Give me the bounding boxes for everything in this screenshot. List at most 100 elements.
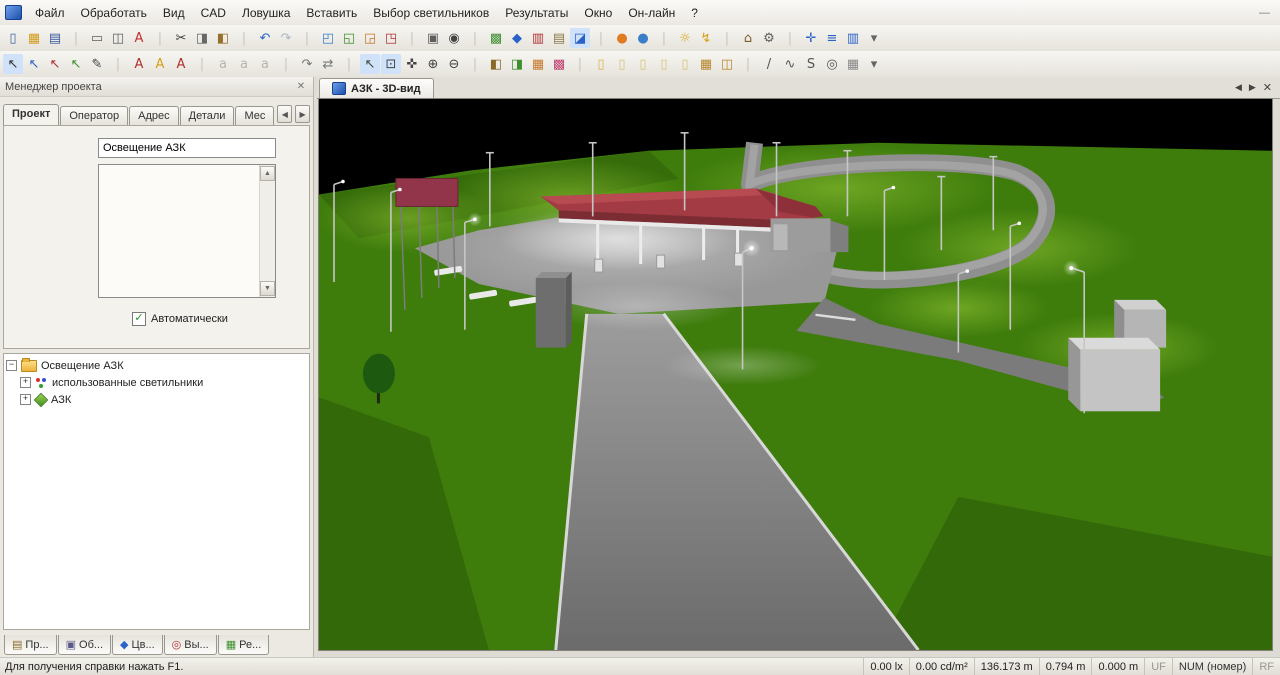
insert-furniture-icon[interactable]: ◧	[486, 54, 506, 74]
energy-icon[interactable]: ↯	[696, 28, 716, 48]
zoom-out-icon[interactable]: ⊖	[444, 54, 464, 74]
light-scene-icon[interactable]: ▩	[486, 28, 506, 48]
insert-street-icon[interactable]: ◲	[360, 28, 380, 48]
copy-icon[interactable]: ◨	[192, 28, 212, 48]
daylight-icon[interactable]: ☼	[675, 28, 695, 48]
separator[interactable]: |	[108, 54, 128, 74]
separator[interactable]: |	[465, 28, 485, 48]
furniture-icon[interactable]: ⌂	[738, 28, 758, 48]
bottom-tab[interactable]: ◎ Вы...	[163, 635, 217, 655]
insert-object-icon[interactable]: ◳	[381, 28, 401, 48]
separator[interactable]: |	[192, 54, 212, 74]
snap-end-icon[interactable]: a	[255, 54, 275, 74]
redo-icon[interactable]: ↷	[276, 28, 296, 48]
separator[interactable]: |	[654, 28, 674, 48]
bottom-tab[interactable]: ◆ Цв...	[112, 635, 163, 655]
insert-plant-icon[interactable]: ◨	[507, 54, 527, 74]
tab-project[interactable]: Проект	[3, 104, 60, 125]
expander-icon[interactable]: +	[20, 394, 31, 405]
separator[interactable]: |	[339, 54, 359, 74]
zoom-in-icon[interactable]: ⊕	[423, 54, 443, 74]
list-view-icon[interactable]: ≡	[822, 28, 842, 48]
menu-item[interactable]: Вставить	[298, 2, 365, 24]
separator[interactable]: |	[276, 54, 296, 74]
menu-item[interactable]: Обработать	[73, 2, 155, 24]
sheet-icon[interactable]: ▯	[612, 54, 632, 74]
3d-view-icon[interactable]: ◪	[570, 28, 590, 48]
snap-grid-icon[interactable]: A	[129, 54, 149, 74]
globe-icon[interactable]: ●	[612, 28, 632, 48]
paste-icon[interactable]: ◧	[213, 28, 233, 48]
doc-prev-icon[interactable]: ◀	[1233, 81, 1244, 94]
project-name-input[interactable]	[98, 138, 276, 158]
camera-icon[interactable]: ◉	[444, 28, 464, 48]
save-icon[interactable]: ▤	[45, 28, 65, 48]
grid-icon[interactable]: ▦	[696, 54, 716, 74]
menu-item[interactable]: Вид	[155, 2, 193, 24]
online-catalog-icon[interactable]: ●	[633, 28, 653, 48]
sheet-icon[interactable]: ▯	[654, 54, 674, 74]
separator[interactable]: |	[465, 54, 485, 74]
menu-item[interactable]: Файл	[27, 2, 73, 24]
pan-icon[interactable]: ✜	[402, 54, 422, 74]
snap-off-icon[interactable]: a	[213, 54, 233, 74]
window-layout-icon[interactable]: ◫	[717, 54, 737, 74]
dropdown-icon[interactable]: ▾	[864, 54, 884, 74]
menu-item[interactable]: Он-лайн	[620, 2, 683, 24]
close-icon[interactable]: ✕	[294, 81, 308, 92]
tree-item-azk[interactable]: + АЗК	[6, 391, 307, 408]
scroll-up-icon[interactable]: ▲	[260, 166, 275, 181]
scroll-down-icon[interactable]: ▼	[260, 281, 275, 296]
menu-item[interactable]: Результаты	[497, 2, 576, 24]
select-multiple-icon[interactable]: ↖	[24, 54, 44, 74]
bottom-tab[interactable]: ▤ Пр...	[4, 635, 57, 655]
menu-item[interactable]: Выбор светильников	[365, 2, 497, 24]
3d-viewport[interactable]	[318, 98, 1273, 651]
documentation-icon[interactable]: ▥	[528, 28, 548, 48]
snap-object-icon[interactable]: A	[150, 54, 170, 74]
columns-view-icon[interactable]: ▥	[843, 28, 863, 48]
project-description-box[interactable]: ▲ ▼	[98, 164, 276, 298]
minimize-icon[interactable]: —	[1259, 7, 1270, 19]
raster-icon[interactable]: ▦	[843, 54, 863, 74]
edit-points-icon[interactable]: ✎	[87, 54, 107, 74]
print-icon[interactable]: ▭	[87, 28, 107, 48]
align-icon[interactable]: ✛	[801, 28, 821, 48]
auto-checkbox[interactable]: ✓	[132, 312, 146, 326]
tab-scroll-left-icon[interactable]: ◀	[277, 105, 293, 123]
texture-icon[interactable]: ▦	[528, 54, 548, 74]
tab-location[interactable]: Мес	[235, 106, 275, 125]
scrollbar[interactable]: ▲ ▼	[259, 165, 275, 297]
select-icon[interactable]: ↖	[3, 54, 23, 74]
separator[interactable]: |	[234, 28, 254, 48]
print-preview-icon[interactable]: ◫	[108, 28, 128, 48]
pdf-export-icon[interactable]: A	[129, 28, 149, 48]
luminaire-selection-icon[interactable]: ◆	[507, 28, 527, 48]
insert-building-icon[interactable]: ◱	[339, 28, 359, 48]
select-luminaire-icon[interactable]: ↖	[45, 54, 65, 74]
polyline-icon[interactable]: ∿	[780, 54, 800, 74]
insert-room-icon[interactable]: ◰	[318, 28, 338, 48]
notes-icon[interactable]: ▤	[549, 28, 569, 48]
snap-mid-icon[interactable]: a	[234, 54, 254, 74]
doc-next-icon[interactable]: ▶	[1247, 81, 1258, 94]
palette-icon[interactable]: ▩	[549, 54, 569, 74]
separator[interactable]: |	[150, 28, 170, 48]
separator[interactable]: |	[66, 28, 86, 48]
tab-operator[interactable]: Оператор	[60, 106, 129, 125]
mirror-icon[interactable]: ⇄	[318, 54, 338, 74]
tree-item-root[interactable]: − Освещение АЗК	[6, 357, 307, 374]
select-object-icon[interactable]: ↖	[66, 54, 86, 74]
separator[interactable]: |	[780, 28, 800, 48]
document-tab-3d-view[interactable]: АЗК - 3D-вид	[319, 78, 434, 98]
box-zoom-icon[interactable]: ⊡	[381, 54, 401, 74]
new-file-icon[interactable]: ▯	[3, 28, 23, 48]
dwg-import-icon[interactable]: ▣	[423, 28, 443, 48]
menu-item[interactable]: Окно	[576, 2, 620, 24]
snap-angle-icon[interactable]: A	[171, 54, 191, 74]
expander-icon[interactable]: +	[20, 377, 31, 388]
separator[interactable]: |	[402, 28, 422, 48]
undo-icon[interactable]: ↶	[255, 28, 275, 48]
pointer-mode-icon[interactable]: ↖	[360, 54, 380, 74]
bottom-tab[interactable]: ▣ Об...	[57, 635, 112, 655]
